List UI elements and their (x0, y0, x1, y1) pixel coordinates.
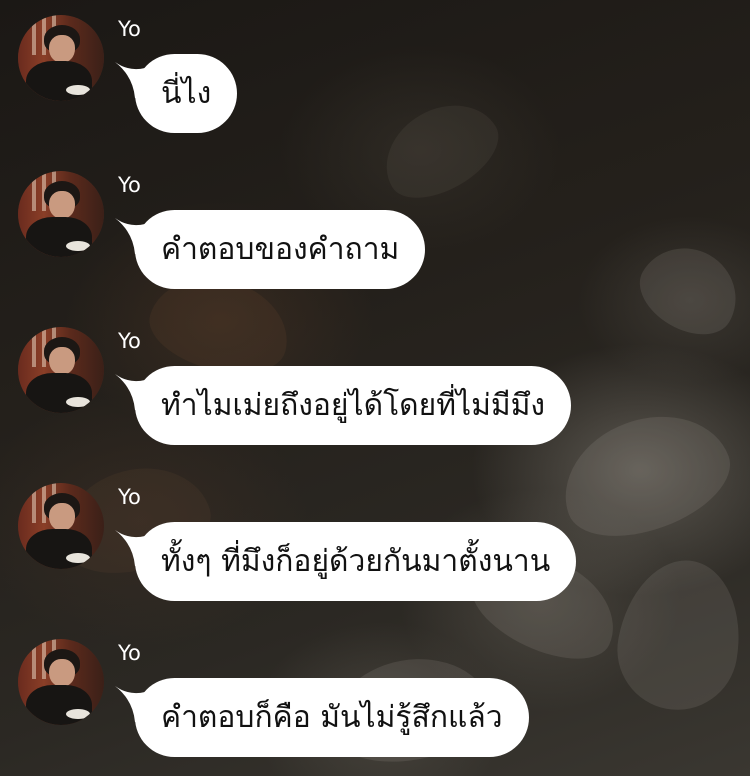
message-bubble[interactable]: ทั้งๆ ที่มึงก็อยู่ด้วยกันมาตั้งนาน (135, 522, 577, 601)
message-text: นี่ไง (161, 76, 212, 111)
message-text: ทำไมเม่ยถึงอยู่ได้โดยที่ไม่มีมึง (161, 388, 546, 423)
avatar[interactable] (18, 639, 104, 725)
message-bubble[interactable]: คำตอบก็คือ มันไม่รู้สึกแล้ว (135, 678, 529, 757)
avatar[interactable] (18, 327, 104, 413)
message-text: คำตอบของคำถาม (161, 232, 400, 267)
message-text: ทั้งๆ ที่มึงก็อยู่ด้วยกันมาตั้งนาน (161, 544, 551, 579)
message-bubble[interactable]: นี่ไง (135, 54, 238, 133)
sender-name: Yo (118, 641, 141, 665)
avatar[interactable] (18, 15, 104, 101)
message-text: คำตอบก็คือ มันไม่รู้สึกแล้ว (161, 700, 503, 735)
chat-message: Yo นี่ไง (0, 0, 750, 150)
chat-message: Yo คำตอบก็คือ มันไม่รู้สึกแล้ว (0, 624, 750, 774)
chat-thread: Yo นี่ไง Yo คำตอบของคำถาม Yo ทำไมเม่ยถึง… (0, 0, 750, 776)
chat-message: Yo ทั้งๆ ที่มึงก็อยู่ด้วยกันมาตั้งนาน (0, 468, 750, 618)
chat-message: Yo ทำไมเม่ยถึงอยู่ได้โดยที่ไม่มีมึง (0, 312, 750, 462)
chat-message: Yo คำตอบของคำถาม (0, 156, 750, 306)
sender-name: Yo (118, 173, 141, 197)
sender-name: Yo (118, 329, 141, 353)
message-bubble[interactable]: ทำไมเม่ยถึงอยู่ได้โดยที่ไม่มีมึง (135, 366, 572, 445)
sender-name: Yo (118, 485, 141, 509)
message-bubble[interactable]: คำตอบของคำถาม (135, 210, 426, 289)
sender-name: Yo (118, 17, 141, 41)
avatar[interactable] (18, 483, 104, 569)
avatar[interactable] (18, 171, 104, 257)
